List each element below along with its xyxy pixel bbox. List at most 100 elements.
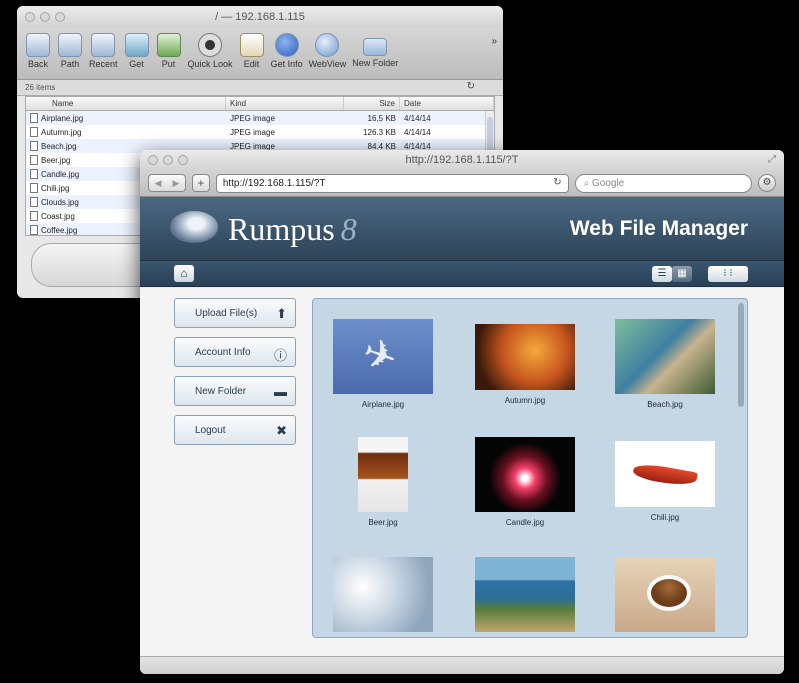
column-date[interactable]: Date	[400, 97, 494, 110]
info-icon: ⓘ	[273, 348, 287, 363]
browser-window-title: http://192.168.1.115/?T	[405, 154, 519, 166]
image-file-icon	[30, 211, 38, 221]
gallery-scrollbar[interactable]	[738, 303, 744, 407]
address-bar[interactable]: http://192.168.1.115/?T ↻	[215, 173, 569, 193]
gallery-item-candle[interactable]: Candle.jpg	[475, 437, 575, 527]
logout-label: Logout	[195, 424, 226, 436]
view-options-icon[interactable]: ⁝ ⁝	[708, 266, 748, 282]
gear-icon[interactable]: ⚙	[758, 174, 776, 192]
ftp-status-bar: 26 items ↻	[17, 80, 503, 96]
new-folder-button[interactable]: New Folder ▬	[174, 376, 296, 406]
image-file-icon	[30, 113, 38, 123]
folder-icon	[363, 38, 388, 56]
back-button[interactable]: Back	[25, 30, 51, 69]
file-name: Beach.jpg	[41, 141, 77, 151]
coast-thumbnail	[475, 557, 575, 632]
edit-button[interactable]: Edit	[239, 30, 265, 69]
file-row[interactable]: Airplane.jpg JPEG image 16.5 KB 4/14/14	[26, 111, 494, 125]
gallery-caption: Chili.jpg	[650, 513, 680, 522]
file-date: 4/14/14	[404, 127, 431, 137]
fullscreen-icon[interactable]: ⤢	[768, 154, 776, 165]
url-text: http://192.168.1.115/?T	[222, 177, 326, 189]
search-input[interactable]: ⌕ Google	[574, 173, 753, 193]
image-file-icon	[30, 225, 38, 235]
clouds-thumbnail	[333, 557, 433, 632]
upload-files-button[interactable]: Upload File(s) ⬆	[174, 298, 296, 328]
ftp-toolbar: Back Path Recent Get Put Quick Look Edit…	[17, 28, 503, 80]
file-kind: JPEG image	[230, 127, 275, 137]
logout-button[interactable]: Logout ✖	[174, 415, 296, 445]
file-size: 16.5 KB	[367, 113, 396, 123]
gallery-item-beach[interactable]: Beach.jpg	[615, 319, 715, 409]
column-kind[interactable]: Kind	[226, 97, 344, 110]
file-list-header: Name Kind Size Date	[26, 97, 494, 111]
airplane-thumbnail	[333, 319, 433, 394]
gallery-caption: Beach.jpg	[647, 400, 683, 409]
path-button[interactable]: Path	[57, 30, 83, 69]
logo-version: 8	[340, 211, 357, 247]
image-file-icon	[30, 127, 38, 137]
refresh-icon[interactable]: ↻	[467, 81, 475, 92]
autumn-thumbnail	[475, 324, 575, 390]
get-button[interactable]: Get	[124, 30, 150, 69]
back-forward-buttons: ◀ ▶	[148, 174, 186, 192]
gallery-item-airplane[interactable]: Airplane.jpg	[333, 319, 433, 409]
column-name[interactable]: Name	[26, 97, 226, 110]
get-info-button[interactable]: Get Info	[271, 30, 303, 69]
browser-window: http://192.168.1.115/?T ⤢ ◀ ▶ + http://1…	[140, 150, 784, 674]
ftp-window-title: / — 192.168.1.115	[215, 11, 305, 23]
account-info-button[interactable]: Account Info ⓘ	[174, 337, 296, 367]
search-icon: ⌕	[583, 177, 592, 189]
grid-view-icon[interactable]: ▦	[672, 266, 692, 282]
file-name: Autumn.jpg	[41, 127, 82, 137]
toolbar-overflow-button[interactable]: »	[491, 36, 497, 47]
file-name-cell: Autumn.jpg	[26, 127, 226, 137]
rumpus-navbar: ⌂ ☰ ▦ ⁝ ⁝	[140, 261, 784, 287]
beach-thumbnail	[615, 319, 715, 394]
file-name: Coast.jpg	[41, 211, 75, 221]
rumpus-content: Upload File(s) ⬆ Account Info ⓘ New Folder…	[140, 288, 784, 674]
back-arrow-icon	[26, 33, 50, 57]
upload-icon	[156, 33, 181, 57]
new-folder-label: New Folder	[195, 385, 247, 397]
column-size[interactable]: Size	[344, 97, 400, 110]
file-row[interactable]: Autumn.jpg JPEG image 126.3 KB 4/14/14	[26, 125, 494, 139]
gallery-item-beer[interactable]: Beer.jpg	[333, 437, 433, 527]
file-size: 126.3 KB	[363, 127, 396, 137]
file-gallery: Airplane.jpg Autumn.jpg Beach.jpg Beer.j…	[312, 298, 748, 638]
edit-icon	[239, 33, 264, 57]
recent-button[interactable]: Recent	[89, 30, 118, 69]
list-view-icon[interactable]: ☰	[652, 266, 672, 282]
path-icon	[58, 33, 82, 57]
gallery-item-coffee[interactable]	[615, 557, 715, 632]
image-file-icon	[30, 169, 38, 179]
file-name-cell: Airplane.jpg	[26, 113, 226, 123]
gallery-item-autumn[interactable]: Autumn.jpg	[475, 324, 575, 405]
webview-button[interactable]: WebView	[309, 30, 346, 69]
logo-text: Rumpus	[228, 211, 335, 247]
candle-thumbnail	[475, 437, 575, 512]
home-icon[interactable]: ⌂	[174, 265, 194, 282]
browser-titlebar: http://192.168.1.115/?T ⤢	[140, 150, 784, 170]
back-arrow-icon[interactable]: ◀	[149, 175, 167, 191]
browser-status-bar	[140, 656, 784, 674]
gallery-item-coast[interactable]	[475, 557, 575, 632]
reload-icon[interactable]: ↻	[553, 177, 561, 188]
beer-thumbnail	[358, 437, 408, 512]
gallery-caption: Airplane.jpg	[361, 400, 405, 409]
file-name: Airplane.jpg	[41, 113, 84, 123]
rumpus-header: Rumpus 8 Web File Manager	[140, 197, 784, 261]
account-info-label: Account Info	[195, 346, 251, 358]
file-kind: JPEG image	[230, 113, 275, 123]
gallery-item-clouds[interactable]	[333, 557, 433, 632]
add-bookmark-button[interactable]: +	[191, 174, 210, 192]
globe-icon	[315, 33, 340, 57]
rumpus-logo-icon	[170, 211, 218, 243]
new-folder-toolbar-button[interactable]: New Folder	[352, 30, 398, 68]
forward-arrow-icon[interactable]: ▶	[167, 175, 185, 191]
gallery-item-chili[interactable]: Chili.jpg	[615, 441, 715, 522]
image-file-icon	[30, 197, 38, 207]
download-icon	[124, 33, 149, 57]
put-button[interactable]: Put	[156, 30, 182, 69]
quick-look-button[interactable]: Quick Look	[188, 30, 233, 69]
